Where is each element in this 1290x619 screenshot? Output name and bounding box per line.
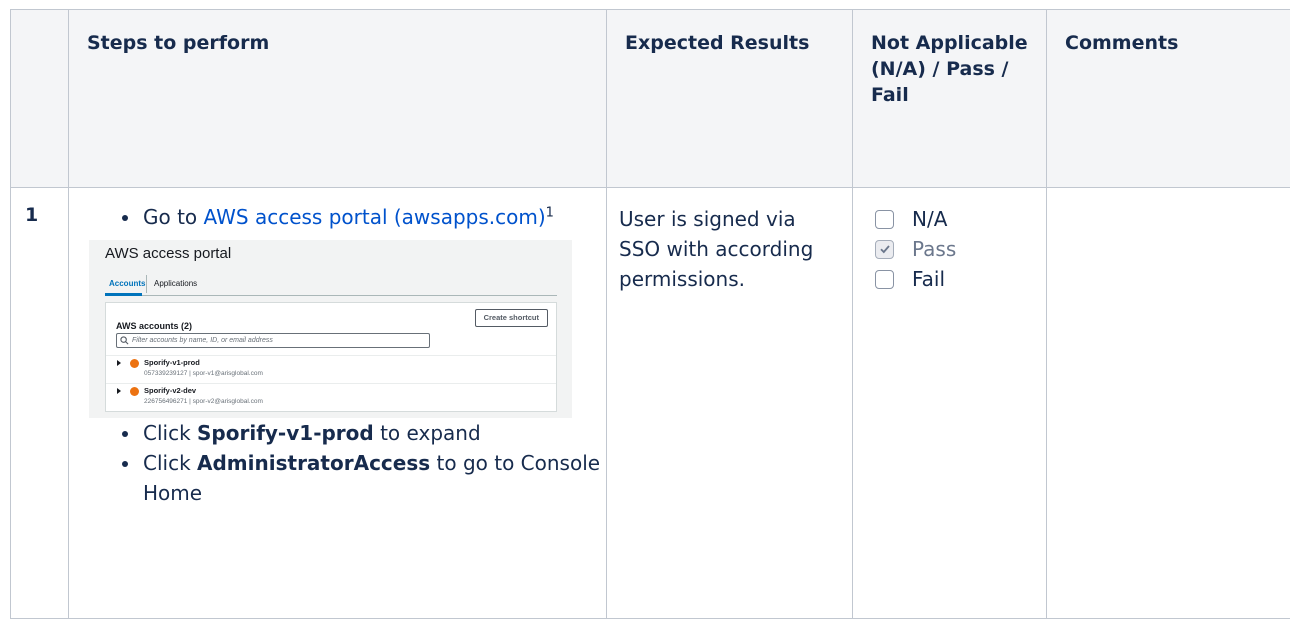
fail-label: Fail: [912, 264, 945, 294]
tab-applications[interactable]: Applications: [154, 278, 197, 290]
pass-checkbox[interactable]: [875, 240, 894, 259]
option-fail[interactable]: Fail: [875, 264, 1046, 294]
account-name[interactable]: Sporify-v2-dev: [144, 386, 196, 396]
search-icon: [120, 336, 129, 345]
aws-access-portal-screenshot: AWS access portal Accounts Applications …: [89, 240, 572, 418]
footnote-ref: 1: [546, 205, 554, 220]
expand-caret-icon[interactable]: [117, 388, 121, 394]
filter-accounts-input[interactable]: Filter accounts by name, ID, or email ad…: [116, 333, 430, 348]
option-na[interactable]: N/A: [875, 204, 1046, 234]
step-go-to-portal: Go to AWS access portal (awsapps.com)1: [141, 202, 606, 232]
status-cell: N/A Pass Fail: [853, 188, 1047, 619]
account-detail: 057339239127 | spor-v1@arisglobal.com: [144, 369, 263, 378]
status-checkbox-group: N/A Pass Fail: [853, 188, 1046, 294]
portal-tabs: Accounts Applications: [105, 275, 557, 296]
expand-caret-icon[interactable]: [117, 360, 121, 366]
filter-placeholder: Filter accounts by name, ID, or email ad…: [132, 335, 273, 347]
header-comments: Comments: [1047, 10, 1290, 188]
expected-results-cell: User is signed via SSO with according pe…: [607, 188, 853, 619]
steps-list-continued: Click Sporify-v1-prod to expand Click Ad…: [69, 418, 606, 508]
pass-label: Pass: [912, 234, 956, 264]
header-number: [11, 10, 69, 188]
account-cube-icon: [130, 387, 139, 396]
checkmark-icon: [879, 243, 891, 255]
tab-accounts[interactable]: Accounts: [109, 278, 145, 290]
step-admin-access: Click AdministratorAccess to go to Conso…: [141, 448, 606, 508]
expected-result-text: User is signed via SSO with according pe…: [607, 188, 852, 294]
page: Steps to perform Expected Results Not Ap…: [0, 0, 1290, 613]
tab-divider: [146, 275, 147, 293]
na-checkbox[interactable]: [875, 210, 894, 229]
table-header-row: Steps to perform Expected Results Not Ap…: [11, 10, 1290, 188]
steps-list: Go to AWS access portal (awsapps.com)1: [69, 202, 606, 232]
header-status: Not Applicable (N/A) / Pass / Fail: [853, 10, 1047, 188]
header-expected: Expected Results: [607, 10, 853, 188]
active-tab-indicator: [105, 293, 142, 296]
test-steps-table: Steps to perform Expected Results Not Ap…: [10, 9, 1290, 619]
fail-checkbox[interactable]: [875, 270, 894, 289]
option-pass[interactable]: Pass: [875, 234, 1046, 264]
comments-cell[interactable]: [1047, 188, 1290, 619]
steps-cell: Go to AWS access portal (awsapps.com)1 A…: [69, 188, 607, 619]
account-row-sporify-v1-prod[interactable]: Sporify-v1-prod 057339239127 | spor-v1@a…: [106, 355, 556, 386]
header-steps: Steps to perform: [69, 10, 607, 188]
aws-access-portal-link[interactable]: AWS access portal (awsapps.com): [204, 205, 546, 229]
account-detail: 226756496271 | spor-v2@arisglobal.com: [144, 397, 263, 406]
account-row-sporify-v2-dev[interactable]: Sporify-v2-dev 226756496271 | spor-v2@ar…: [106, 383, 556, 414]
step-expand-account: Click Sporify-v1-prod to expand: [141, 418, 606, 448]
na-label: N/A: [912, 204, 947, 234]
aws-accounts-panel: AWS accounts (2) Create shortcut Filter …: [105, 302, 557, 412]
account-name[interactable]: Sporify-v1-prod: [144, 358, 200, 368]
table-row: 1 Go to AWS access portal (awsapps.com)1…: [11, 188, 1290, 619]
create-shortcut-button[interactable]: Create shortcut: [475, 309, 548, 327]
row-number-cell: 1: [11, 188, 69, 619]
account-cube-icon: [130, 359, 139, 368]
portal-title: AWS access portal: [105, 244, 231, 264]
